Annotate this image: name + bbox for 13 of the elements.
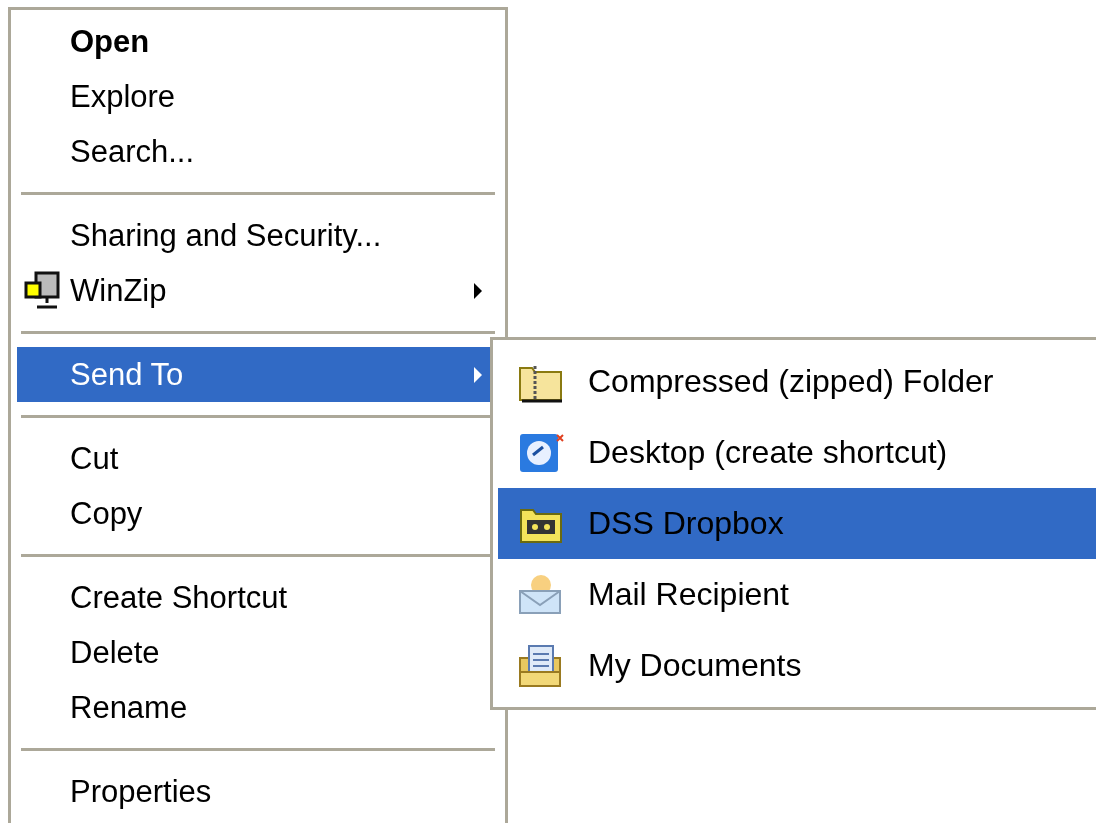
menu-item[interactable]: WinZip (17, 263, 499, 318)
menu-item[interactable]: Search... (17, 124, 499, 179)
menu-item[interactable]: Explore (17, 69, 499, 124)
menu-item[interactable]: Desktop (create shortcut) (498, 417, 1096, 488)
menu-item[interactable]: DSS Dropbox (498, 488, 1096, 559)
menu-item[interactable]: Mail Recipient (498, 559, 1096, 630)
submenu-arrow-icon (473, 365, 483, 384)
menu-item[interactable]: Sharing and Security... (17, 208, 499, 263)
menu-item[interactable]: Compressed (zipped) Folder (498, 346, 1096, 417)
menu-item[interactable]: My Documents (498, 630, 1096, 701)
menu-item[interactable]: Properties (17, 764, 499, 819)
submenu-arrow-icon (473, 281, 483, 300)
menu-item[interactable]: Open (17, 14, 499, 69)
